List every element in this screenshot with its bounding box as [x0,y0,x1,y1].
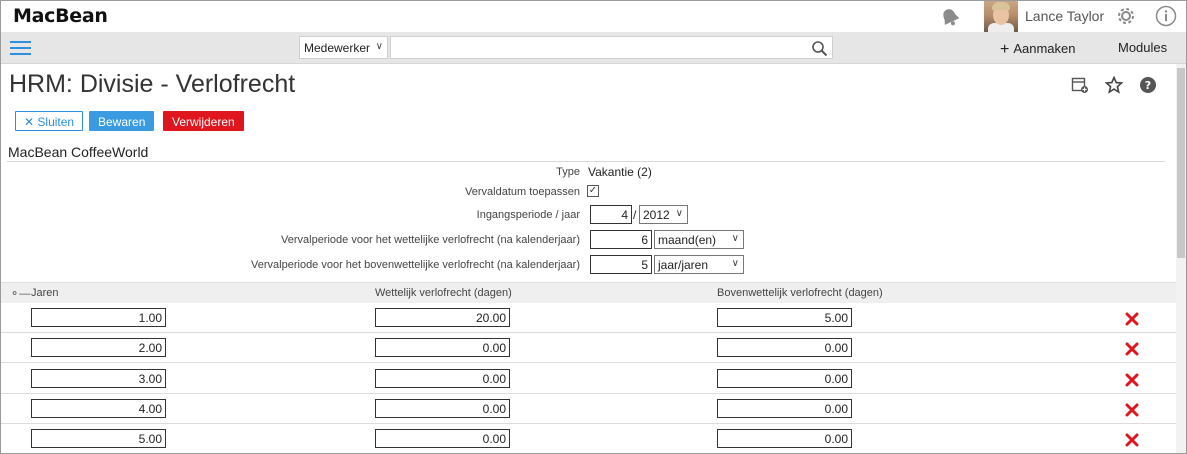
avatar[interactable] [984,1,1018,32]
scrollbar-thumb[interactable] [1177,68,1185,258]
legal-days-input[interactable]: 0.00 [375,338,510,357]
start-year-select[interactable]: 2012 ∨ [639,205,688,224]
delete-row-icon[interactable] [1125,342,1139,356]
page-title: HRM: Divisie - Verlofrecht [9,70,296,98]
delete-button[interactable]: Verwijderen [163,111,244,131]
extra-days-input[interactable]: 0.00 [717,399,852,418]
delete-row-icon[interactable] [1125,433,1139,447]
table-header: ⚬— Jaren Wettelijk verlofrecht (dagen) B… [1,282,1176,303]
start-year-value: 2012 [643,208,670,222]
extra-days-input[interactable]: 5.00 [717,308,852,327]
menu-icon[interactable] [10,41,31,56]
close-button[interactable]: ✕ Sluiten [15,111,84,131]
legal-days-input[interactable]: 20.00 [375,308,510,327]
search-scope-value: Medewerker [304,41,371,55]
table-row: 2.00 0.00 0.00 [1,333,1176,363]
column-header-extra[interactable]: Bovenwettelijk verlofrecht (dagen) [717,287,883,299]
table-row: 5.00 0.00 0.00 [1,424,1176,454]
table-row: 4.00 0.00 0.00 [1,394,1176,424]
extra-expiry-input[interactable]: 5 [590,255,652,274]
user-name[interactable]: Lance Taylor [1025,8,1104,24]
company-name: MacBean CoffeeWorld [8,144,149,160]
legal-expiry-unit-value: maand(en) [658,233,717,247]
save-button[interactable]: Bewaren [89,111,155,131]
table-row: 1.00 20.00 5.00 [1,303,1176,333]
delete-row-icon[interactable] [1125,373,1139,387]
gear-icon[interactable] [1115,5,1137,27]
plus-icon: + [1000,41,1010,58]
search-scope-select[interactable]: Medewerker ∨ [299,36,388,59]
years-input[interactable]: 1.00 [31,308,166,327]
chevron-down-icon: ∨ [375,41,383,52]
extra-expiry-unit-value: jaar/jaren [658,258,709,272]
search-input[interactable] [390,36,833,59]
svg-text:?: ? [1145,79,1151,92]
app-logo[interactable]: MacBean [13,5,108,27]
close-button-label: Sluiten [37,115,75,129]
chevron-down-icon: ∨ [731,258,739,269]
close-icon: ✕ [24,115,35,129]
legal-expiry-unit-select[interactable]: maand(en) ∨ [654,230,744,249]
bell-icon[interactable] [939,6,961,28]
column-header-years[interactable]: Jaren [31,287,59,299]
create-button[interactable]: + Aanmaken [1000,40,1076,58]
table-row: 3.00 0.00 0.00 [1,364,1176,394]
expiry-label: Vervaldatum toepassen [465,186,580,198]
legal-days-input[interactable]: 0.00 [375,429,510,448]
type-label: Type [556,166,580,178]
expiry-checkbox[interactable]: ✓ [587,185,599,197]
years-input[interactable]: 3.00 [31,369,166,388]
chevron-down-icon: ∨ [731,233,739,244]
legal-expiry-input[interactable]: 6 [590,230,652,249]
type-value: Vakantie (2) [588,165,652,179]
years-input[interactable]: 5.00 [31,429,166,448]
modules-menu[interactable]: Modules [1118,40,1167,55]
start-period-label: Ingangsperiode / jaar [476,209,580,221]
nav-bar: Medewerker ∨ + Aanmaken Modules [1,32,1186,64]
help-icon[interactable]: ? [1139,76,1157,94]
slash-separator: / [633,208,637,222]
years-input[interactable]: 4.00 [31,399,166,418]
info-icon[interactable] [1155,5,1177,27]
divider [7,161,1165,162]
add-widget-icon[interactable] [1071,76,1089,94]
column-header-legal[interactable]: Wettelijk verlofrecht (dagen) [375,287,512,299]
extra-expiry-unit-select[interactable]: jaar/jaren ∨ [654,255,744,274]
legal-days-input[interactable]: 0.00 [375,369,510,388]
create-label: Aanmaken [1013,41,1076,56]
search-icon[interactable] [811,40,828,57]
extra-days-input[interactable]: 0.00 [717,429,852,448]
delete-row-icon[interactable] [1125,312,1139,326]
start-period-input[interactable]: 4 [590,205,632,224]
top-bar: MacBean Lance Taylor [1,1,1186,32]
star-icon[interactable] [1105,76,1123,94]
chevron-down-icon: ∨ [675,208,683,219]
extra-days-input[interactable]: 0.00 [717,369,852,388]
years-input[interactable]: 2.00 [31,338,166,357]
pin-icon[interactable]: ⚬— [10,287,30,300]
extra-expiry-label: Vervalperiode voor het bovenwettelijke v… [251,259,580,271]
legal-expiry-label: Vervalperiode voor het wettelijke verlof… [281,234,580,246]
delete-row-icon[interactable] [1125,403,1139,417]
legal-days-input[interactable]: 0.00 [375,399,510,418]
extra-days-input[interactable]: 0.00 [717,338,852,357]
